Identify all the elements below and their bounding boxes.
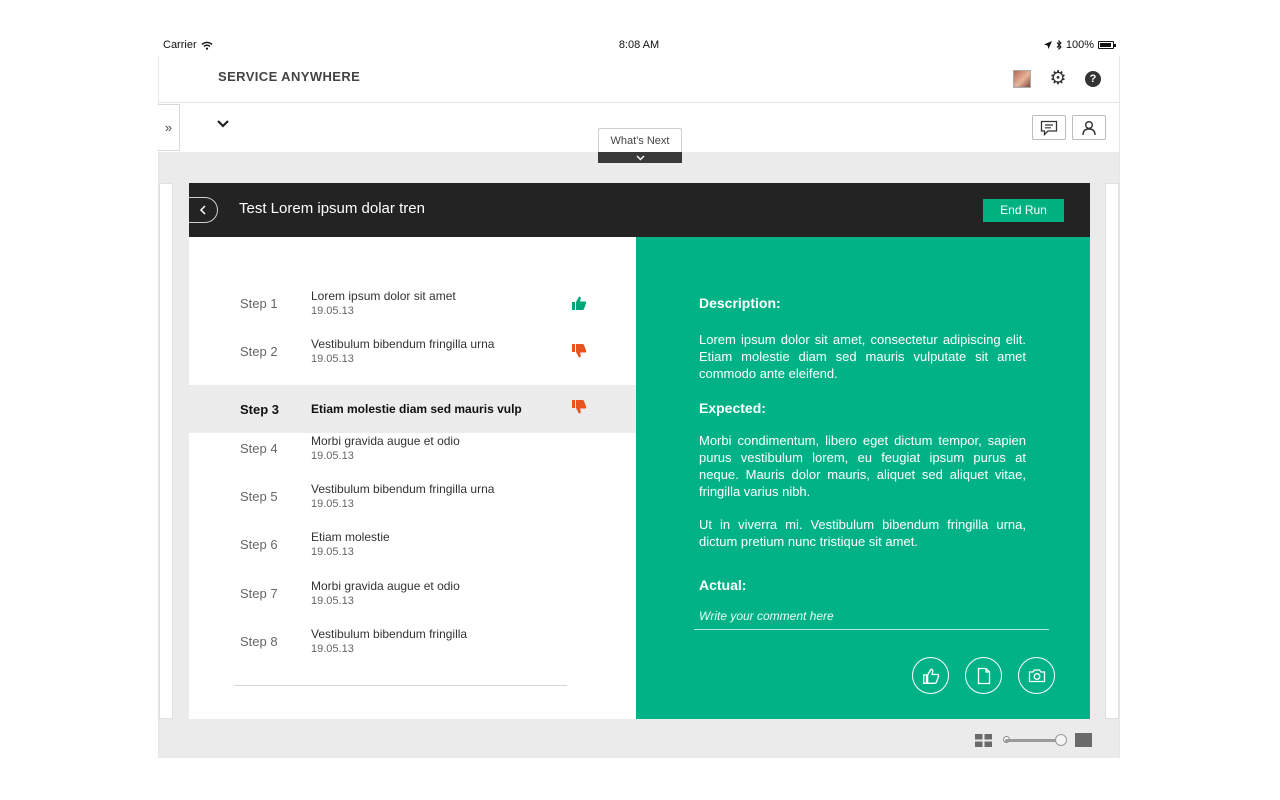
whats-next-handle[interactable] [598,152,682,163]
step-date: 19.05.13 [311,305,354,317]
previous-card-edge[interactable] [159,183,173,719]
step-title: Etiam molestie [311,530,390,544]
step-label: Step 3 [240,402,280,417]
status-right: 100% [1043,39,1116,51]
actual-heading: Actual: [699,577,747,593]
single-view-icon[interactable] [1075,733,1092,747]
step-label: Step 6 [240,537,278,552]
whats-next-label: What's Next [598,128,682,152]
step-row-1[interactable]: Step 1 Lorem ipsum dolor sit amet 19.05.… [189,284,636,332]
grid-view-icon[interactable] [975,734,992,747]
list-divider [234,685,567,686]
step-title: Etiam molestie diam sed mauris vulp [311,402,522,416]
battery-percent: 100% [1065,39,1094,51]
capture-screenshot-button[interactable] [1018,657,1055,694]
description-heading: Description: [699,295,781,311]
avatar[interactable] [1013,70,1031,88]
location-icon [1043,41,1052,49]
chevron-down-icon [636,155,644,160]
thumbs-down-icon [572,400,587,414]
actual-comment-input[interactable]: Write your comment here [694,602,1049,630]
comments-button[interactable] [1032,115,1066,140]
thumbs-up-icon [572,296,587,310]
step-date: 19.05.13 [311,498,354,510]
step-label: Step 5 [240,489,278,504]
step-date: 19.05.13 [311,595,354,607]
step-row-6[interactable]: Step 6 Etiam molestie 19.05.13 [189,525,636,573]
test-run-card: Test Lorem ipsum dolar tren End Run Step… [189,183,1090,719]
step-title: Vestibulum bibendum fringilla urna [311,482,495,496]
chevron-left-icon [199,205,206,215]
step-date: 19.05.13 [311,353,354,365]
test-run-header: Test Lorem ipsum dolar tren End Run [189,183,1090,237]
step-row-8[interactable]: Step 8 Vestibulum bibendum fringilla 19.… [189,622,636,670]
step-label: Step 4 [240,441,278,456]
step-row-3[interactable]: Step 3 Etiam molestie diam sed mauris vu… [189,385,636,433]
step-title: Vestibulum bibendum fringilla urna [311,337,495,351]
expected-text: Morbi condimentum, libero eget dictum te… [699,433,1026,499]
step-row-4[interactable]: Step 4 Morbi gravida augue et odio 19.05… [189,429,636,477]
step-date: 19.05.13 [311,643,354,655]
step-detail-panel: Description: Lorem ipsum dolor sit amet,… [636,237,1090,719]
double-chevron-right-icon: » [164,120,173,135]
step-label: Step 2 [240,344,278,359]
expected-heading: Expected: [699,400,766,416]
clock: 8:08 AM [618,39,660,51]
battery-icon [1098,41,1116,49]
camera-icon [1028,669,1045,683]
gear-icon[interactable]: ⚙ [1048,69,1068,89]
step-label: Step 1 [240,296,278,311]
comment-icon [1040,120,1058,136]
thumbs-up-icon [922,668,939,684]
step-label: Step 8 [240,634,278,649]
app-title: SERVICE ANYWHERE [218,69,361,84]
step-title: Lorem ipsum dolor sit amet [311,289,456,303]
help-icon[interactable]: ? [1085,71,1101,87]
user-button[interactable] [1072,115,1106,140]
next-card-edge[interactable] [1105,183,1119,719]
view-controls [159,719,1119,758]
step-title: Vestibulum bibendum fringilla [311,627,468,641]
document-icon [977,667,990,684]
step-title: Morbi gravida augue et odio [311,579,460,593]
test-run-title: Test Lorem ipsum dolar tren [239,200,425,217]
steps-list: Step 1 Lorem ipsum dolor sit amet 19.05.… [189,237,636,719]
step-label: Step 7 [240,586,278,601]
user-icon [1082,120,1096,135]
description-text: Lorem ipsum dolor sit amet, consectetur … [699,332,1026,381]
attach-file-button[interactable] [965,657,1002,694]
back-button[interactable] [189,197,218,223]
step-row-2[interactable]: Step 2 Vestibulum bibendum fringilla urn… [189,332,636,380]
status-bar: Carrier 8:08 AM 100% [158,36,1120,54]
end-run-button[interactable]: End Run [983,199,1064,222]
step-title: Morbi gravida augue et odio [311,434,460,448]
expand-sidebar-button[interactable]: » [158,104,180,151]
step-date: 19.05.13 [311,450,354,462]
bluetooth-icon [1056,40,1062,50]
whats-next-tab[interactable]: What's Next [598,128,682,164]
content-canvas: Test Lorem ipsum dolar tren End Run Step… [159,152,1119,758]
chevron-down-icon[interactable] [216,117,230,131]
thumbs-down-icon [572,344,587,358]
zoom-slider-handle[interactable] [1055,734,1067,746]
expected-text-extra: Ut in viverra mi. Vestibulum bibendum fr… [699,517,1026,549]
step-row-5[interactable]: Step 5 Vestibulum bibendum fringilla urn… [189,477,636,525]
app-window: SERVICE ANYWHERE ⚙ ? » What's Next Test … [158,56,1120,758]
pass-step-button[interactable] [912,657,949,694]
step-date: 19.05.13 [311,546,354,558]
step-row-7[interactable]: Step 7 Morbi gravida augue et odio 19.05… [189,574,636,622]
top-bar: SERVICE ANYWHERE ⚙ ? [159,56,1119,102]
